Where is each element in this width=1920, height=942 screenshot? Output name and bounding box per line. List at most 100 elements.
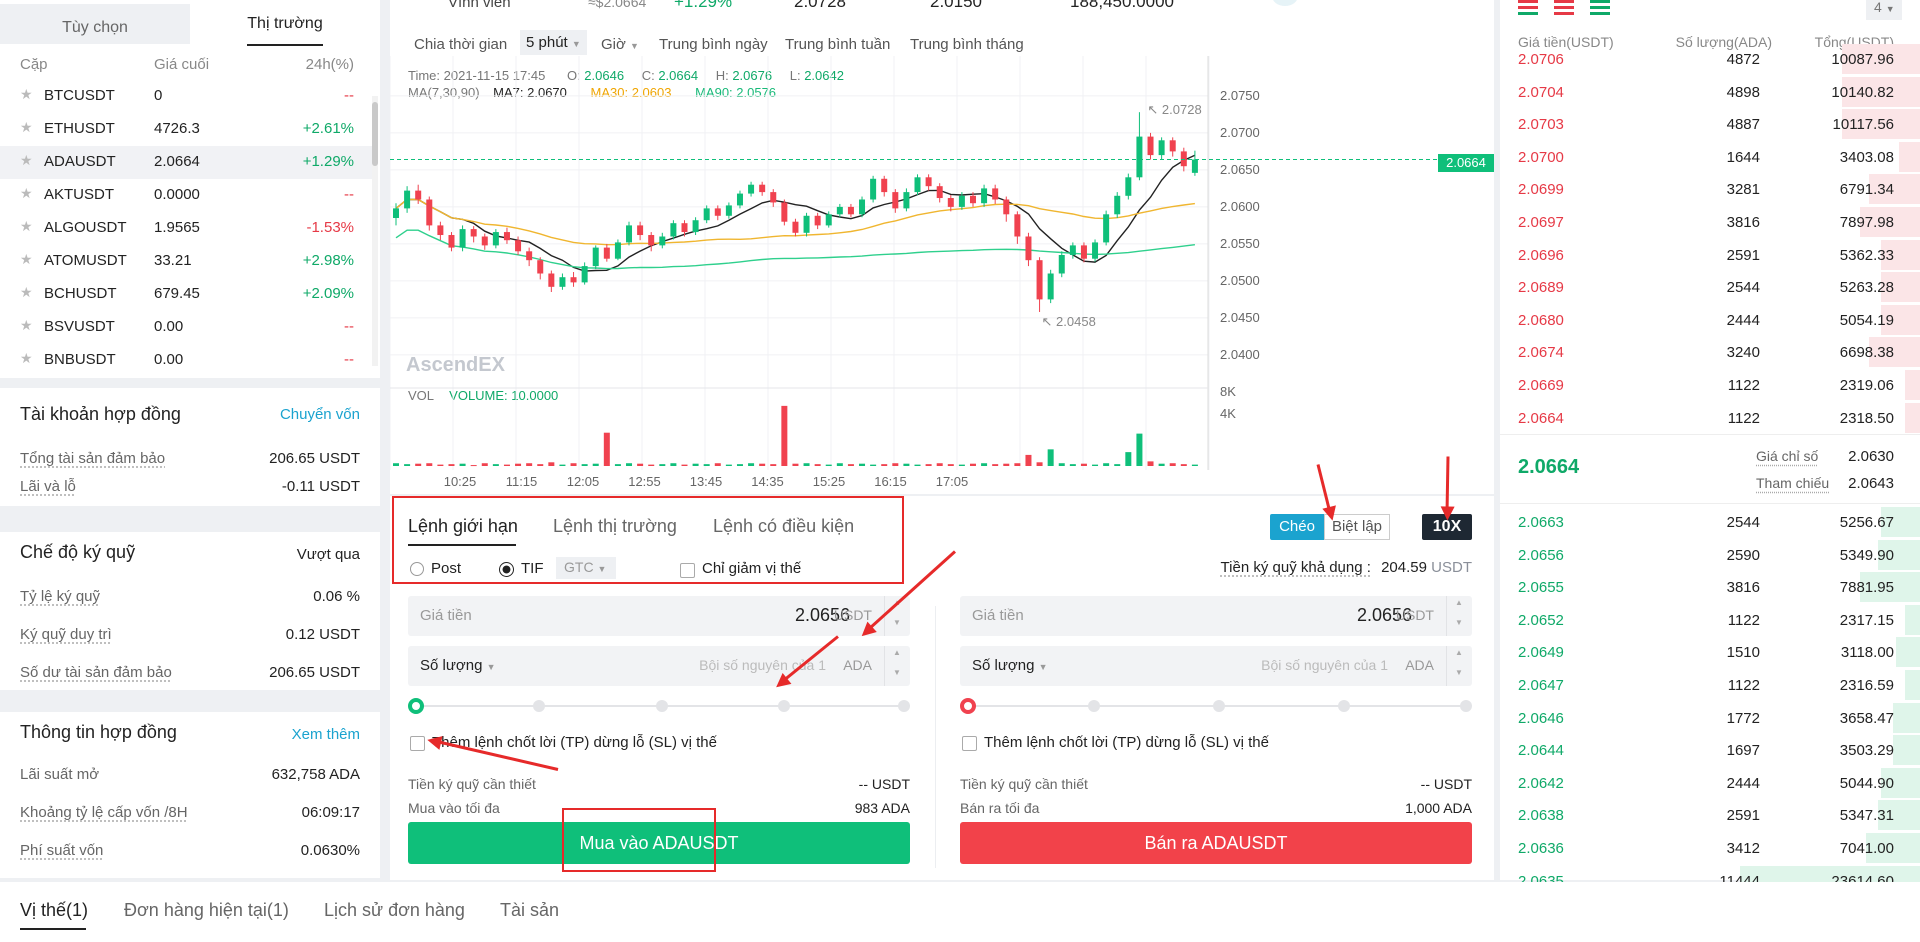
ob-bid-row[interactable]: 2.0649 1510 3118.00	[1500, 636, 1920, 668]
col-change[interactable]: 24h(%)	[306, 56, 354, 73]
ob-bid-row[interactable]: 2.0656 2590 5349.90	[1500, 539, 1920, 571]
sell-qty-input[interactable]: Số lượng ▼ Bội số nguyên của 1 ADA	[960, 646, 1472, 686]
ob-bid-row[interactable]: 2.0642 2444 5044.90	[1500, 767, 1920, 799]
precision-select[interactable]: 4 ▼	[1866, 0, 1902, 20]
ob-ask-row[interactable]: 2.0674 3240 6698.38	[1500, 336, 1920, 368]
star-icon[interactable]: ★	[20, 86, 33, 103]
tab-market[interactable]: Thị trường	[190, 0, 380, 46]
star-icon[interactable]: ★	[20, 350, 33, 367]
y-tick-label: 2.0650	[1220, 162, 1260, 177]
slider-step-75[interactable]	[1338, 700, 1350, 712]
chevron-down-icon: ▼	[1038, 662, 1048, 672]
volume-bar	[559, 464, 566, 466]
ob-ask-row[interactable]: 2.0669 1122 2319.06	[1500, 369, 1920, 401]
ob-ask-row[interactable]: 2.0699 3281 6791.34	[1500, 173, 1920, 205]
market-row[interactable]: ★ BSVUSDT 0.00 --	[0, 311, 372, 344]
star-icon[interactable]: ★	[20, 218, 33, 235]
market-row[interactable]: ★ ETHUSDT 4726.3 +2.61%	[0, 113, 372, 146]
market-row[interactable]: ★ BCHUSDT 679.45 +2.09%	[0, 278, 372, 311]
slider-step-100[interactable]	[898, 700, 910, 712]
tab-order-history[interactable]: Lịch sử đơn hàng	[324, 900, 465, 921]
slider-step-75[interactable]	[778, 700, 790, 712]
buy-tpsl-checkbox[interactable]	[410, 736, 425, 751]
x-tick-label: 11:15	[506, 474, 538, 486]
tf-day[interactable]: Trung bình ngày	[659, 36, 768, 53]
ob-ask-row[interactable]: 2.0706 4872 10087.96	[1500, 43, 1920, 75]
buy-qty-stepper[interactable]	[884, 646, 910, 686]
ob-ask-row[interactable]: 2.0680 2444 5054.19	[1500, 304, 1920, 336]
orderbook-view-asks-icon[interactable]	[1554, 0, 1574, 18]
ob-ask-row[interactable]: 2.0704 4898 10140.82	[1500, 76, 1920, 108]
star-icon[interactable]: ★	[20, 251, 33, 268]
orderbook-view-bids-icon[interactable]	[1590, 0, 1610, 18]
tf-week[interactable]: Trung bình tuần	[785, 36, 890, 53]
tf-time-share[interactable]: Chia thời gian	[414, 36, 507, 53]
candlestick-chart[interactable]: 2.0750 2.0700 2.0650 2.0600 2.0550 2.0500 2.04…	[390, 56, 1494, 486]
slider-step-25[interactable]	[533, 700, 545, 712]
ob-bid-row[interactable]: 2.0652 1122 2317.15	[1500, 604, 1920, 636]
tab-positions[interactable]: Vị thế(1)	[20, 900, 88, 921]
slider-step-100[interactable]	[1460, 700, 1472, 712]
tf-hour[interactable]: Giờ ▼	[601, 36, 639, 53]
star-icon[interactable]: ★	[20, 185, 33, 202]
tab-assets[interactable]: Tài sản	[500, 900, 559, 921]
tf-month[interactable]: Trung bình tháng	[910, 36, 1024, 53]
slider-step-50[interactable]	[656, 700, 668, 712]
tab-active-indicator	[20, 928, 86, 930]
ob-bid-row[interactable]: 2.0655 3816 7881.95	[1500, 571, 1920, 603]
cross-margin-button[interactable]: Chéo	[1270, 514, 1324, 540]
buy-qty-label[interactable]: Số lượng ▼	[420, 657, 496, 674]
slider-handle[interactable]	[408, 698, 424, 714]
ob-ask-row[interactable]: 2.0703 4887 10117.56	[1500, 108, 1920, 140]
usd-approx: ≈$2.0664	[588, 0, 647, 10]
star-icon[interactable]: ★	[20, 317, 33, 334]
high-mark: ↖ 2.0728	[1147, 102, 1201, 117]
ob-bid-row[interactable]: 2.0663 2544 5256.67	[1500, 506, 1920, 538]
market-row[interactable]: ★ ALGOUSDT 1.9565 -1.53%	[0, 212, 372, 245]
ob-ask-row[interactable]: 2.0696 2591 5362.33	[1500, 239, 1920, 271]
sell-qty-label[interactable]: Số lượng ▼	[972, 657, 1048, 674]
sell-qty-stepper[interactable]	[1446, 646, 1472, 686]
ob-bid-row[interactable]: 2.0644 1697 3503.29	[1500, 734, 1920, 766]
sell-price-input[interactable]: Giá tiền 2.0656 USDT	[960, 596, 1472, 636]
ob-bid-row[interactable]: 2.0638 2591 5347.31	[1500, 799, 1920, 831]
tf-5min[interactable]: 5 phút ▼	[520, 30, 587, 55]
col-last-price[interactable]: Giá cuối	[154, 56, 209, 73]
tab-open-orders[interactable]: Đơn hàng hiện tại(1)	[124, 900, 289, 921]
see-more-link[interactable]: Xem thêm	[292, 726, 360, 743]
ob-bid-row[interactable]: 2.0636 3412 7041.00	[1500, 832, 1920, 864]
market-row[interactable]: ★ AKTUSDT 0.0000 --	[0, 179, 372, 212]
slider-step-25[interactable]	[1088, 700, 1100, 712]
tab-favorites[interactable]: Tùy chọn	[0, 4, 190, 44]
star-icon[interactable]: ★	[20, 119, 33, 136]
ob-price: 2.0646	[1518, 709, 1564, 727]
orderbook-view-both-icon[interactable]	[1518, 0, 1538, 18]
candle-body	[481, 236, 488, 246]
sell-tpsl-checkbox[interactable]	[962, 736, 977, 751]
ob-ask-row[interactable]: 2.0664 1122 2318.50	[1500, 402, 1920, 434]
market-row[interactable]: ★ ATOMUSDT 33.21 +2.98%	[0, 245, 372, 278]
market-scrollbar[interactable]	[372, 96, 378, 366]
sell-amount-slider[interactable]	[960, 696, 1472, 716]
ob-bid-row[interactable]: 2.0647 1122 2316.59	[1500, 669, 1920, 701]
market-row[interactable]: ★ BTCUSDT 0 --	[0, 80, 372, 113]
ob-bid-row[interactable]: 2.0646 1772 3658.47	[1500, 702, 1920, 734]
buy-price-input[interactable]: Giá tiền 2.0656 USDT	[408, 596, 910, 636]
slider-step-50[interactable]	[1213, 700, 1225, 712]
ob-ask-row[interactable]: 2.0697 3816 7897.98	[1500, 206, 1920, 238]
transfer-link[interactable]: Chuyển vốn	[280, 406, 360, 423]
star-icon[interactable]: ★	[20, 152, 33, 169]
ob-total: 5263.28	[1839, 279, 1894, 297]
buy-qty-input[interactable]: Số lượng ▼ Bội số nguyên của 1 ADA	[408, 646, 910, 686]
market-row[interactable]: ★ ADAUSDT 2.0664 +1.29%	[0, 146, 372, 179]
star-icon[interactable]: ★	[20, 284, 33, 301]
market-scroll-thumb[interactable]	[372, 102, 378, 166]
market-row[interactable]: ★ BNBUSDT 0.00 --	[0, 344, 372, 377]
sell-price-stepper[interactable]	[1446, 596, 1472, 636]
sell-button[interactable]: Bán ra ADAUSDT	[960, 822, 1472, 864]
ob-ask-row[interactable]: 2.0700 1644 3403.08	[1500, 141, 1920, 173]
ob-ask-row[interactable]: 2.0689 2544 5263.28	[1500, 271, 1920, 303]
slider-handle[interactable]	[960, 698, 976, 714]
buy-amount-slider[interactable]	[408, 696, 910, 716]
candle-body	[736, 193, 743, 206]
